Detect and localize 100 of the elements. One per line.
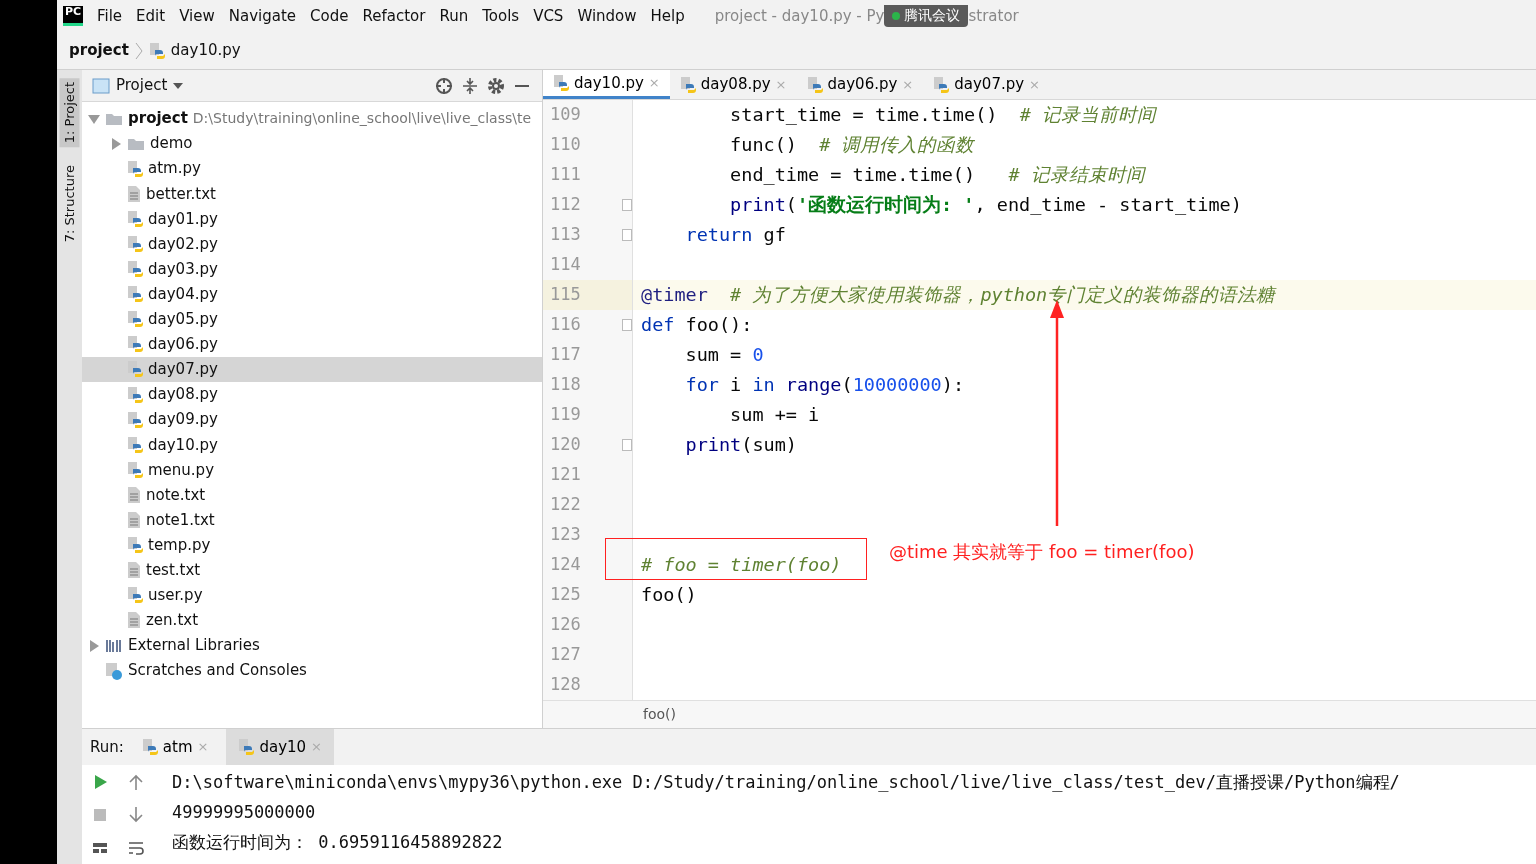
editor-tab[interactable]: day06.py × (796, 70, 924, 99)
menu-item[interactable]: Help (650, 4, 685, 28)
menu-item[interactable]: Edit (136, 4, 166, 28)
console-output-line: 函数运行时间为： 0.6959116458892822 (172, 831, 504, 854)
line-number: 120 (550, 433, 581, 457)
tree-item[interactable]: day10.py (82, 432, 542, 458)
crosshair-icon[interactable] (434, 75, 454, 96)
fold-marker-icon[interactable] (622, 229, 632, 241)
tree-item[interactable]: day09.py (82, 407, 542, 433)
line-number: 116 (550, 313, 581, 337)
tree-item[interactable]: day08.py (82, 382, 542, 408)
settings-icon[interactable] (486, 75, 506, 96)
run-tab[interactable]: atm × (129, 729, 221, 765)
menu-item[interactable]: Tools (482, 4, 520, 28)
python-file-icon (127, 209, 143, 228)
panel-title[interactable]: Project (116, 74, 168, 97)
text-file-icon (127, 184, 141, 203)
code-line: for i in range(10000000): (684, 374, 965, 395)
tree-item[interactable]: temp.py (82, 532, 542, 558)
tree-item[interactable]: day05.py (82, 306, 542, 332)
line-number: 110 (550, 133, 581, 157)
code-line: return gf (684, 224, 786, 245)
editor-tab[interactable]: day08.py × (669, 70, 797, 99)
folder-icon (127, 136, 145, 151)
breadcrumb-item[interactable]: project (69, 39, 129, 62)
line-number: 114 (550, 253, 581, 277)
up-arrow-icon[interactable] (127, 772, 145, 791)
menu-item[interactable]: VCS (533, 4, 564, 28)
breadcrumb-item[interactable]: day10.py (170, 39, 241, 62)
fold-marker-icon[interactable] (622, 439, 632, 451)
collapsed-arrow-icon[interactable] (88, 639, 100, 652)
tree-item[interactable]: atm.py (82, 156, 542, 182)
tree-item[interactable]: day02.py (82, 231, 542, 257)
python-file-icon (141, 738, 158, 756)
tree-item[interactable]: demo (82, 131, 542, 157)
tree-item[interactable]: day04.py (82, 281, 542, 307)
console-output-line: 49999995000000 (172, 801, 317, 824)
fold-marker-icon[interactable] (622, 199, 632, 211)
tree-item[interactable]: Scratches and Consoles (82, 658, 542, 684)
tree-item[interactable]: better.txt (82, 181, 542, 207)
menu-item[interactable]: File (97, 4, 123, 28)
tree-item[interactable]: day07.py (82, 356, 542, 383)
tree-item[interactable]: zen.txt (82, 607, 542, 633)
tree-item[interactable]: note1.txt (82, 507, 542, 533)
line-number: 127 (550, 643, 581, 667)
code-line: # foo = timer(foo) (641, 554, 842, 575)
python-file-icon (127, 285, 143, 304)
menu-item[interactable]: Code (310, 4, 349, 28)
code-line: sum = 0 (684, 344, 764, 365)
scratch-icon (105, 661, 123, 680)
run-tab[interactable]: day10 × (226, 729, 334, 765)
python-file-icon (148, 41, 165, 60)
tree-item[interactable]: menu.py (82, 457, 542, 483)
dropdown-caret-icon[interactable] (173, 81, 184, 90)
line-number: 109 (550, 103, 581, 127)
line-number: 122 (550, 493, 581, 517)
tree-item[interactable]: External Libraries (82, 632, 542, 659)
text-file-icon (127, 511, 141, 530)
code-line: func() # 调用传入的函数 (729, 134, 975, 155)
window-title: strator (968, 5, 1019, 27)
expanded-arrow-icon[interactable] (88, 112, 100, 125)
tool-window-tab[interactable]: 1: Project (59, 78, 80, 148)
menu-item[interactable]: Navigate (228, 4, 297, 28)
menu-item[interactable]: Window (577, 4, 637, 28)
tool-window-tab[interactable]: 7: Structure (59, 161, 80, 247)
tree-item[interactable]: project D:\Study\training\online_school\live\live_class\te (82, 106, 542, 132)
tree-item[interactable]: note.txt (82, 482, 542, 508)
editor-breadcrumb[interactable]: foo() (543, 700, 1536, 728)
meeting-overlay: 腾讯会议 (884, 4, 969, 27)
editor-tab[interactable]: day10.py × (543, 70, 670, 99)
line-number: 126 (550, 613, 581, 637)
down-arrow-icon[interactable] (127, 805, 145, 824)
text-file-icon (127, 485, 141, 504)
line-number: 121 (550, 463, 581, 487)
editor-tab[interactable]: day07.py × (923, 70, 1050, 99)
collapsed-arrow-icon[interactable] (110, 137, 122, 150)
menu-item[interactable]: Refactor (362, 4, 426, 28)
code-line: print('函数运行时间为: ', end_time - start_time) (729, 194, 1242, 215)
python-file-icon (127, 310, 143, 329)
python-file-icon (127, 335, 143, 354)
python-file-icon (238, 738, 255, 756)
python-file-icon (933, 75, 950, 94)
menu-item[interactable]: View (179, 4, 215, 28)
menu-item[interactable]: Run (439, 4, 469, 28)
python-file-icon (679, 75, 696, 94)
chevron-icon (134, 41, 143, 60)
window-title: project - day10.py - Py (714, 5, 885, 27)
console-output-line: D:\software\miniconda\envs\mypy36\python.exe D:/Study/training/online_school/live/live_class/test_dev/直播授课/Python编程/ (172, 771, 1401, 794)
tree-item[interactable]: user.py (82, 582, 542, 608)
tree-item[interactable]: test.txt (82, 557, 542, 583)
tree-item[interactable]: day06.py (82, 331, 542, 357)
panel-icon (92, 77, 110, 94)
line-number: 115 (550, 283, 581, 307)
tree-item[interactable]: day03.py (82, 256, 542, 282)
code-line: sum += i (729, 404, 820, 425)
code-line: @timer # 为了方便大家使用装饰器，python专门定义的装饰器的语法糖 (641, 284, 1276, 305)
line-number: 125 (550, 583, 581, 607)
collapse-icon[interactable] (460, 75, 480, 96)
fold-marker-icon[interactable] (622, 319, 632, 331)
tree-item[interactable]: day01.py (82, 206, 542, 232)
